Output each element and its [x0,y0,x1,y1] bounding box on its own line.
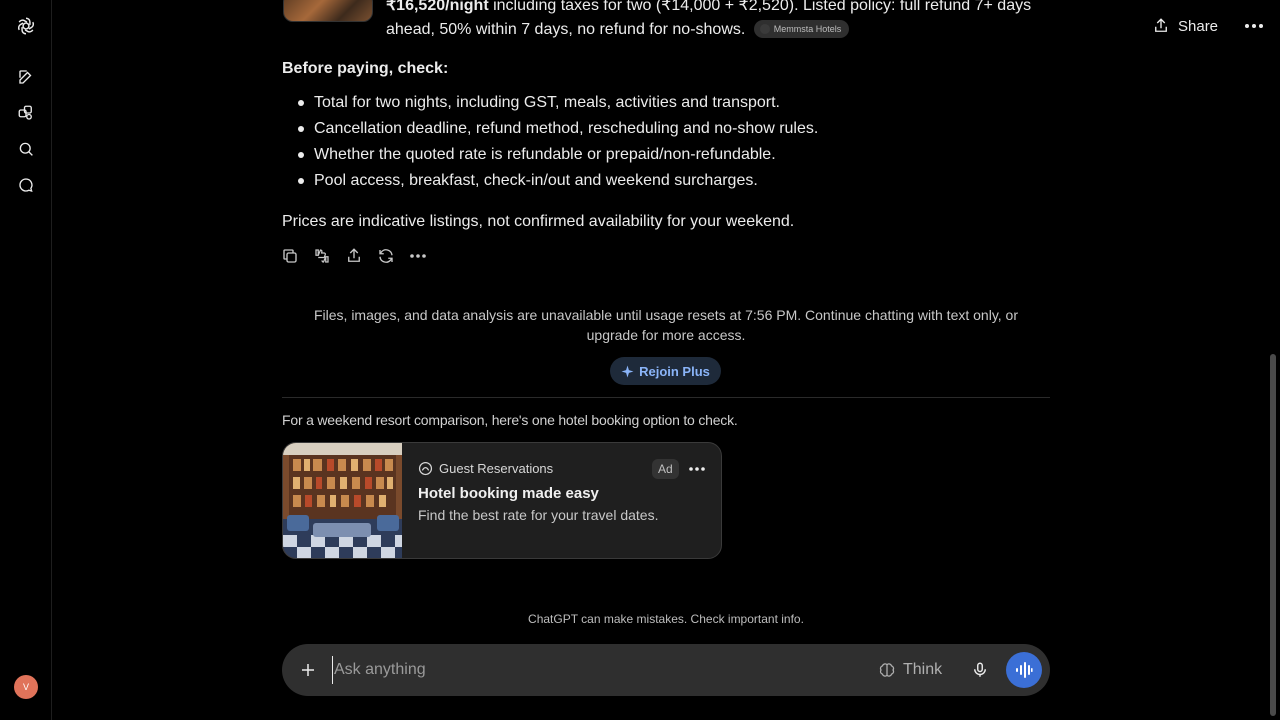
ad-title: Hotel booking made easy [418,485,599,502]
ad-intro-text: For a weekend resort comparison, here's … [282,412,738,428]
ad-brand-name: Guest Reservations [439,461,554,476]
more-options-icon[interactable] [1242,14,1266,38]
top-paragraph: ₹16,520/night including taxes for two (₹… [386,0,1056,42]
share-response-icon[interactable] [344,244,364,268]
message-actions [280,244,428,268]
message-input[interactable] [332,656,852,684]
regenerate-icon[interactable] [376,244,396,268]
sidebar: V [0,0,52,720]
usage-line-1: Files, images, and data analysis are una… [313,307,1019,323]
feedback-icon[interactable] [312,244,332,268]
microphone-icon[interactable] [968,658,992,682]
hotel-lobby-image [283,443,402,558]
divider [282,397,1050,398]
list-item: Whether the quoted rate is refundable or… [298,142,1054,168]
attach-plus-icon[interactable] [296,658,320,682]
openai-logo-icon[interactable] [14,14,38,38]
share-button[interactable]: Share [1152,14,1218,38]
share-label: Share [1178,17,1219,35]
think-label: Think [903,661,943,678]
price-note: Prices are indicative listings, not conf… [282,213,795,230]
composer: Think [282,644,1050,696]
list-item: Cancellation deadline, refund method, re… [298,116,1054,142]
chat-history-icon[interactable] [14,173,38,197]
ad-badge: Ad [652,459,679,479]
ad-subtitle: Find the best rate for your travel dates… [418,507,659,523]
gpts-icon[interactable] [14,101,38,125]
think-button[interactable]: Think [878,658,942,682]
checklist: Total for two nights, including GST, mea… [298,90,1054,194]
usage-notice: Files, images, and data analysis are una… [282,305,1050,345]
user-avatar[interactable]: V [14,675,38,699]
more-actions-icon[interactable] [408,244,428,268]
disclaimer: ChatGPT can make mistakes. Check importa… [528,612,804,626]
rejoin-label: Rejoin Plus [639,363,710,379]
search-icon[interactable] [14,137,38,161]
rejoin-plus-button[interactable]: Rejoin Plus [610,357,721,385]
hotel-thumbnail[interactable] [283,0,373,22]
scrollbar[interactable] [1270,354,1276,716]
brand-logo-icon [418,461,433,476]
source-chip[interactable]: Memmsta Hotels [753,20,850,38]
new-chat-icon[interactable] [14,65,38,89]
copy-icon[interactable] [280,244,300,268]
ad-brand: Guest Reservations [418,461,553,476]
section-heading: Before paying, check: [282,60,449,77]
list-item: Pool access, breakfast, check-in/out and… [298,168,1054,194]
voice-waveform-icon [1016,662,1033,678]
price-text: ₹16,520/night [386,0,489,14]
voice-mode-button[interactable] [1006,652,1042,688]
usage-line-2: upgrade for more access. [586,327,746,343]
ad-more-options-icon[interactable] [685,457,709,481]
share-icon [1155,18,1167,32]
list-item: Total for two nights, including GST, mea… [298,90,1054,116]
sparkle-icon [621,365,634,377]
brain-icon [879,663,895,677]
ad-card[interactable]: Guest Reservations Ad Hotel booking made… [282,442,722,559]
